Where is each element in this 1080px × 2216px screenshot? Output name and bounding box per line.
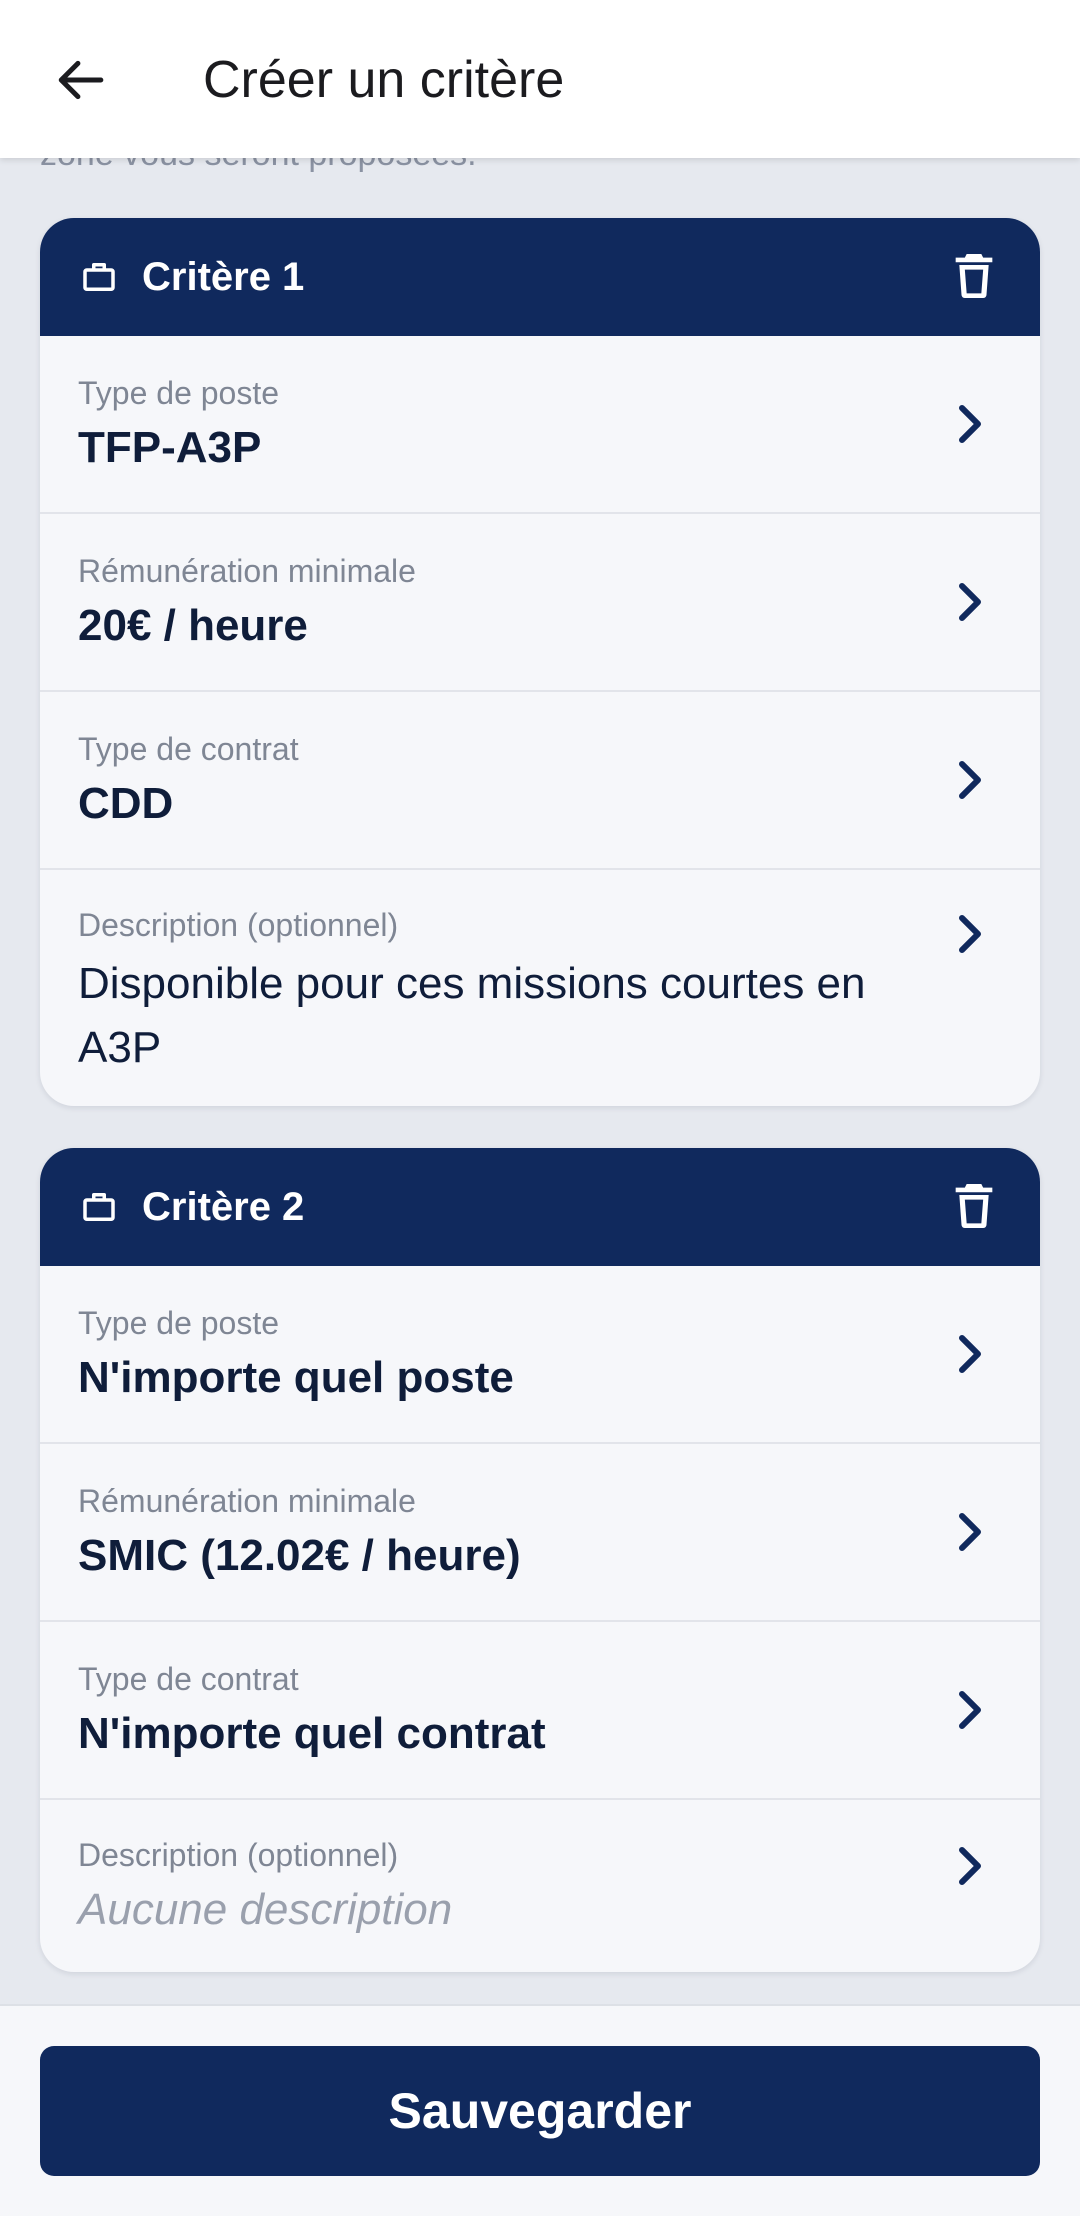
row-job-type[interactable]: Type de poste N'importe quel poste <box>40 1266 1040 1444</box>
row-value: 20€ / heure <box>78 601 308 650</box>
row-value-placeholder: Aucune description <box>78 1885 453 1934</box>
trash-icon[interactable] <box>952 252 996 300</box>
chevron-right-icon <box>959 915 981 953</box>
row-label: Type de contrat <box>78 731 299 767</box>
chevron-right-icon <box>959 1335 981 1373</box>
row-label: Description (optionnel) <box>78 907 399 943</box>
row-contract-type[interactable]: Type de contrat N'importe quel contrat <box>40 1622 1040 1800</box>
criterion-card: Critère 2 Type de poste N'importe quel p… <box>40 1148 1040 1972</box>
row-min-pay[interactable]: Rémunération minimale 20€ / heure <box>40 514 1040 692</box>
criterion-header: Critère 2 <box>40 1148 1040 1266</box>
row-label: Rémunération minimale <box>78 553 416 589</box>
row-label: Type de poste <box>78 1305 280 1341</box>
chevron-right-icon <box>959 1513 981 1551</box>
app-bar: Créer un critère <box>0 0 1080 158</box>
chevron-right-icon <box>959 1691 981 1729</box>
criterion-card: Critère 1 Type de poste TFP-A3P Rémunéra… <box>40 218 1040 1106</box>
chevron-right-icon <box>959 583 981 621</box>
save-button[interactable]: Sauvegarder <box>40 2046 1040 2176</box>
trash-icon[interactable] <box>952 1182 996 1230</box>
row-min-pay[interactable]: Rémunération minimale SMIC (12.02€ / heu… <box>40 1444 1040 1622</box>
chevron-right-icon <box>959 761 981 799</box>
briefcase-icon <box>83 263 115 291</box>
row-job-type[interactable]: Type de poste TFP-A3P <box>40 336 1040 514</box>
back-button[interactable] <box>40 42 120 118</box>
briefcase-icon <box>83 1193 115 1221</box>
row-label: Rémunération minimale <box>78 1483 416 1519</box>
row-value: TFP-A3P <box>78 423 262 472</box>
bottom-bar: Sauvegarder <box>0 2004 1080 2216</box>
row-label: Type de poste <box>78 375 280 411</box>
page-title: Créer un critère <box>203 51 565 109</box>
scroll-content[interactable]: zone vous seront proposées. Critère 1 Ty… <box>0 0 1080 2004</box>
criterion-header: Critère 1 <box>40 218 1040 336</box>
criterion-title: Critère 2 <box>142 1185 305 1229</box>
row-value: SMIC (12.02€ / heure) <box>78 1531 521 1580</box>
row-value: N'importe quel poste <box>78 1353 514 1402</box>
criterion-title: Critère 1 <box>142 255 305 299</box>
arrow-left-icon <box>58 60 104 100</box>
row-label: Type de contrat <box>78 1661 299 1697</box>
row-value: N'importe quel contrat <box>78 1709 546 1758</box>
row-contract-type[interactable]: Type de contrat CDD <box>40 692 1040 870</box>
row-description[interactable]: Description (optionnel) Disponible pour … <box>40 870 1040 1106</box>
row-value: Disponible pour ces missions courtes en … <box>78 959 866 1072</box>
chevron-right-icon <box>959 405 981 443</box>
row-label: Description (optionnel) <box>78 1837 399 1873</box>
row-value: CDD <box>78 779 174 828</box>
row-description[interactable]: Description (optionnel) Aucune descripti… <box>40 1800 1040 1972</box>
chevron-right-icon <box>959 1847 981 1885</box>
